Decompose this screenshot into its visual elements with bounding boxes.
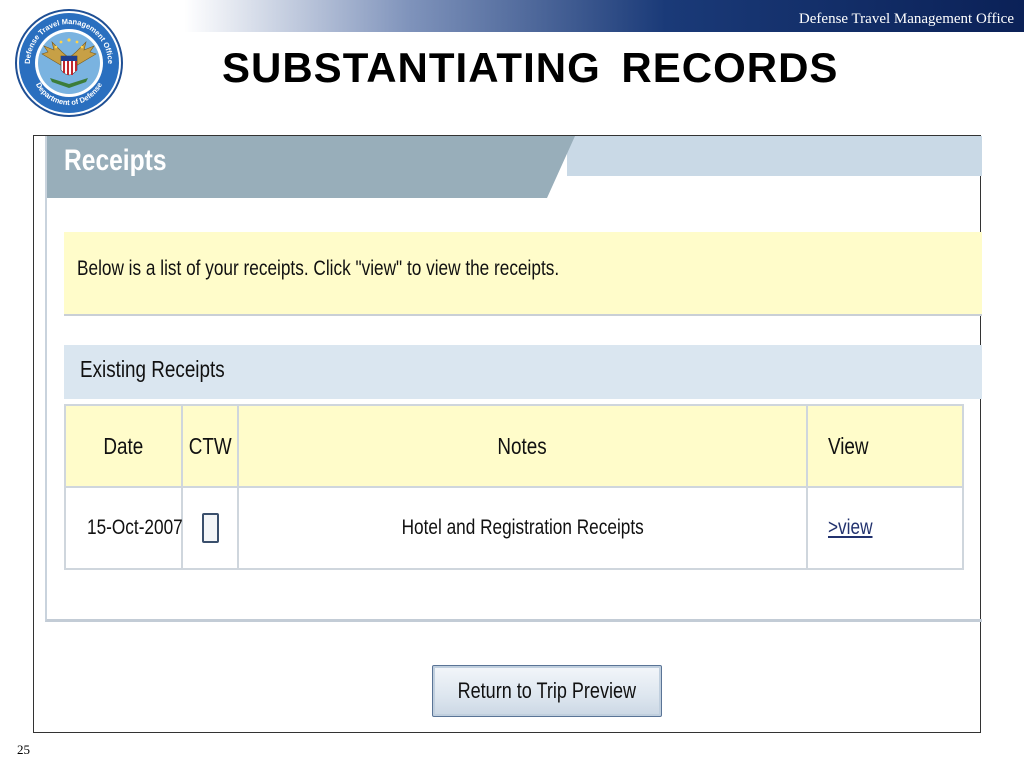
- table-header-row: Date CTW Notes View: [64, 404, 964, 488]
- column-header-date: Date: [64, 404, 183, 488]
- instructions-box: Below is a list of your receipts. Click …: [64, 232, 982, 316]
- slide-header-bar: Defense Travel Management Office: [0, 0, 1024, 32]
- view-receipt-link[interactable]: >view: [828, 516, 873, 539]
- header-strip: [567, 136, 982, 176]
- column-header-view: View: [806, 404, 964, 488]
- receipts-title: Receipts: [64, 144, 167, 177]
- return-to-trip-preview-button[interactable]: Return to Trip Preview: [432, 665, 662, 717]
- dtmo-seal-icon: Defense Travel Management Office Departm…: [15, 9, 123, 117]
- receipts-screenshot: Receipts Below is a list of your receipt…: [33, 135, 982, 733]
- receipt-notes: Hotel and Registration Receipts: [237, 486, 808, 570]
- receipt-date: 15-Oct-2007: [64, 486, 183, 570]
- column-header-ctw: CTW: [181, 404, 239, 488]
- existing-receipts-label: Existing Receipts: [80, 356, 225, 382]
- instructions-text: Below is a list of your receipts. Click …: [77, 257, 560, 280]
- slide-title: SUBSTANTIATING RECORDS: [222, 44, 839, 91]
- org-name: Defense Travel Management Office: [798, 11, 1014, 27]
- page-number: 25: [17, 742, 30, 757]
- column-header-notes: Notes: [237, 404, 808, 488]
- ctw-checkbox[interactable]: [201, 513, 219, 543]
- table-row: 15-Oct-2007 Hotel and Registration Recei…: [64, 486, 964, 570]
- return-button-label: Return to Trip Preview: [457, 678, 637, 703]
- ctw-cell: [181, 486, 239, 570]
- receipts-header: Receipts: [47, 136, 982, 198]
- receipts-panel: Receipts Below is a list of your receipt…: [45, 136, 982, 622]
- view-cell: >view: [806, 486, 964, 570]
- existing-receipts-bar: Existing Receipts: [64, 345, 982, 399]
- receipts-table: Date CTW Notes View 15-Oct-2007 Hotel an…: [64, 404, 964, 570]
